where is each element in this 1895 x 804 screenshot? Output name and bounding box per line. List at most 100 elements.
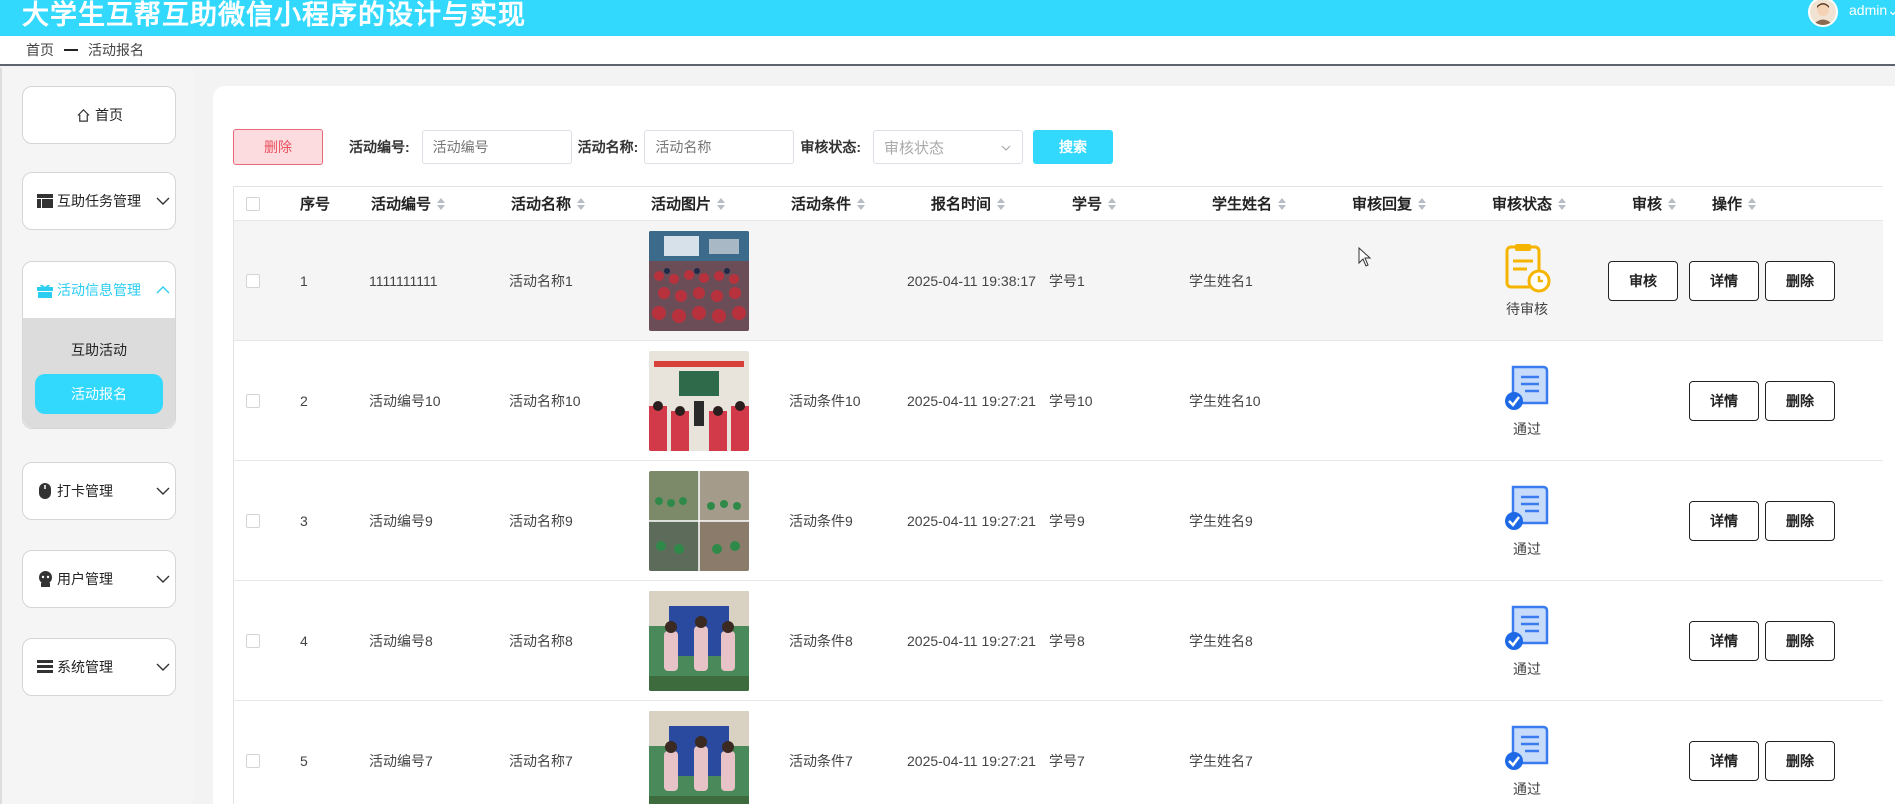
status-cell: 通过 [1487,581,1567,700]
cell-index: 4 [300,632,308,649]
sort-icon[interactable] [1278,197,1287,210]
sort-icon[interactable] [437,197,446,210]
activity-image[interactable] [649,221,749,340]
activity-image[interactable] [649,461,749,580]
table-header: 序号 活动编号 活动名称 活动图片 活动条件 报名时间 学号 学生姓名 审核回复… [234,187,1883,221]
row-checkbox[interactable] [246,753,260,768]
home-icon [75,107,91,123]
cell-activity-name: 活动名称9 [509,512,573,529]
column-header[interactable]: 活动编号 [371,187,446,220]
mouse-icon [37,483,53,499]
detail-button[interactable]: 详情 [1689,620,1759,661]
sort-icon[interactable] [577,197,586,210]
approved-icon [1505,725,1549,770]
table-row[interactable]: 2 活动编号10 活动名称10 活动条件10 2025-04-11 19:27:… [234,341,1883,461]
top-header: 大学生互帮互助微信小程序的设计与实现 admin⌄ [0,0,1895,36]
sort-icon[interactable] [1668,197,1677,210]
cell-index: 2 [300,392,308,409]
search-toolbar: 删除 活动编号: 活动名称: 审核状态: 审核状态 搜索 [233,129,1114,165]
mouse-cursor-icon [1358,247,1372,267]
sidebar-item-home[interactable]: 首页 [22,86,176,144]
detail-button[interactable]: 详情 [1689,260,1759,301]
cell-condition: 活动条件10 [789,392,861,409]
cell-student-no: 学号10 [1049,392,1093,409]
chevron-down-icon [1001,145,1011,151]
column-header[interactable]: 学号 [1072,187,1117,220]
cell-activity-no: 活动编号7 [369,752,433,769]
sidebar-item-activity-management[interactable]: 活动信息管理 互助活动 活动报名 [22,261,176,429]
cell-student-name: 学生姓名10 [1189,392,1261,409]
row-checkbox[interactable] [246,273,260,288]
cell-student-name: 学生姓名1 [1189,272,1253,289]
sort-icon[interactable] [1748,197,1757,210]
delete-button[interactable]: 删除 [1765,740,1835,781]
chevron-down-icon: ⌄ [1887,2,1895,18]
column-header[interactable]: 审核状态 [1492,187,1567,220]
column-header[interactable]: 审核 [1632,187,1677,220]
row-checkbox[interactable] [246,393,260,408]
column-header[interactable]: 序号 [300,187,330,220]
detail-button[interactable]: 详情 [1689,740,1759,781]
column-header[interactable]: 审核回复 [1352,187,1427,220]
breadcrumb: 首页 活动报名 [0,36,1895,66]
column-header[interactable]: 活动图片 [651,187,726,220]
column-header[interactable]: 学生姓名 [1212,187,1287,220]
sidebar: 首页 互助任务管理 活动信息管理 互助活动 活动报名 打卡管理 用户管理 系统管… [0,68,193,804]
sidebar-item-activity-registration[interactable]: 活动报名 [35,374,163,414]
activity-image[interactable] [649,701,749,804]
breadcrumb-home[interactable]: 首页 [26,40,54,60]
batch-delete-button[interactable]: 删除 [233,129,323,165]
table-row[interactable]: 5 活动编号7 活动名称7 活动条件7 2025-04-11 19:27:21 … [234,701,1883,804]
table-row[interactable]: 3 活动编号9 活动名称9 活动条件9 2025-04-11 19:27:21 … [234,461,1883,581]
chevron-down-icon [156,197,170,205]
row-checkbox[interactable] [246,513,260,528]
delete-button[interactable]: 删除 [1765,380,1835,421]
sidebar-item-mutual-activity[interactable]: 互助活动 [35,330,163,370]
detail-button[interactable]: 详情 [1689,500,1759,541]
row-checkbox[interactable] [246,633,260,648]
column-header[interactable]: 报名时间 [931,187,1006,220]
sidebar-item-checkin-management[interactable]: 打卡管理 [22,462,176,520]
column-header[interactable]: 活动条件 [791,187,866,220]
activity-image[interactable] [649,341,749,460]
status-text: 通过 [1513,420,1541,437]
activity-name-input[interactable] [644,130,795,164]
sidebar-item-user-management[interactable]: 用户管理 [22,550,176,608]
column-header[interactable]: 活动名称 [511,187,586,220]
sort-icon[interactable] [717,197,726,210]
column-header[interactable]: 操作 [1712,187,1757,220]
cell-time: 2025-04-11 19:38:17 [907,272,1036,289]
sidebar-item-system-management[interactable]: 系统管理 [22,638,176,696]
activity-no-input[interactable] [421,130,572,164]
sort-icon[interactable] [1558,197,1567,210]
select-all-checkbox[interactable] [246,196,260,211]
pending-review-icon [1505,243,1551,292]
status-cell: 通过 [1487,461,1567,580]
sort-icon[interactable] [1418,197,1427,210]
sidebar-item-label: 活动信息管理 [57,282,141,298]
sort-icon[interactable] [1108,197,1117,210]
search-button[interactable]: 搜索 [1033,130,1114,164]
review-button[interactable]: 审核 [1608,260,1678,301]
cell-activity-no: 活动编号10 [369,392,441,409]
cell-index: 5 [300,752,308,769]
cell-index: 1 [300,272,308,289]
registration-table: 序号 活动编号 活动名称 活动图片 活动条件 报名时间 学号 学生姓名 审核回复… [233,186,1883,804]
sidebar-item-task-management[interactable]: 互助任务管理 [22,172,176,230]
cell-time: 2025-04-11 19:27:21 [907,752,1036,769]
status-text: 通过 [1513,540,1541,557]
table-row[interactable]: 4 活动编号8 活动名称8 活动条件8 2025-04-11 19:27:21 … [234,581,1883,701]
table-row[interactable]: 1 1111111111 活动名称1 2025-04-11 19:38:17 学… [234,221,1883,341]
delete-button[interactable]: 删除 [1765,500,1835,541]
avatar[interactable] [1808,0,1838,27]
sort-icon[interactable] [857,197,866,210]
detail-button[interactable]: 详情 [1689,380,1759,421]
cell-student-no: 学号9 [1049,512,1085,529]
delete-button[interactable]: 删除 [1765,260,1835,301]
status-select[interactable]: 审核状态 [873,130,1024,164]
delete-button[interactable]: 删除 [1765,620,1835,661]
username[interactable]: admin⌄ [1849,2,1895,19]
activity-submenu: 互助活动 活动报名 [23,318,175,428]
activity-image[interactable] [649,581,749,700]
sort-icon[interactable] [997,197,1006,210]
